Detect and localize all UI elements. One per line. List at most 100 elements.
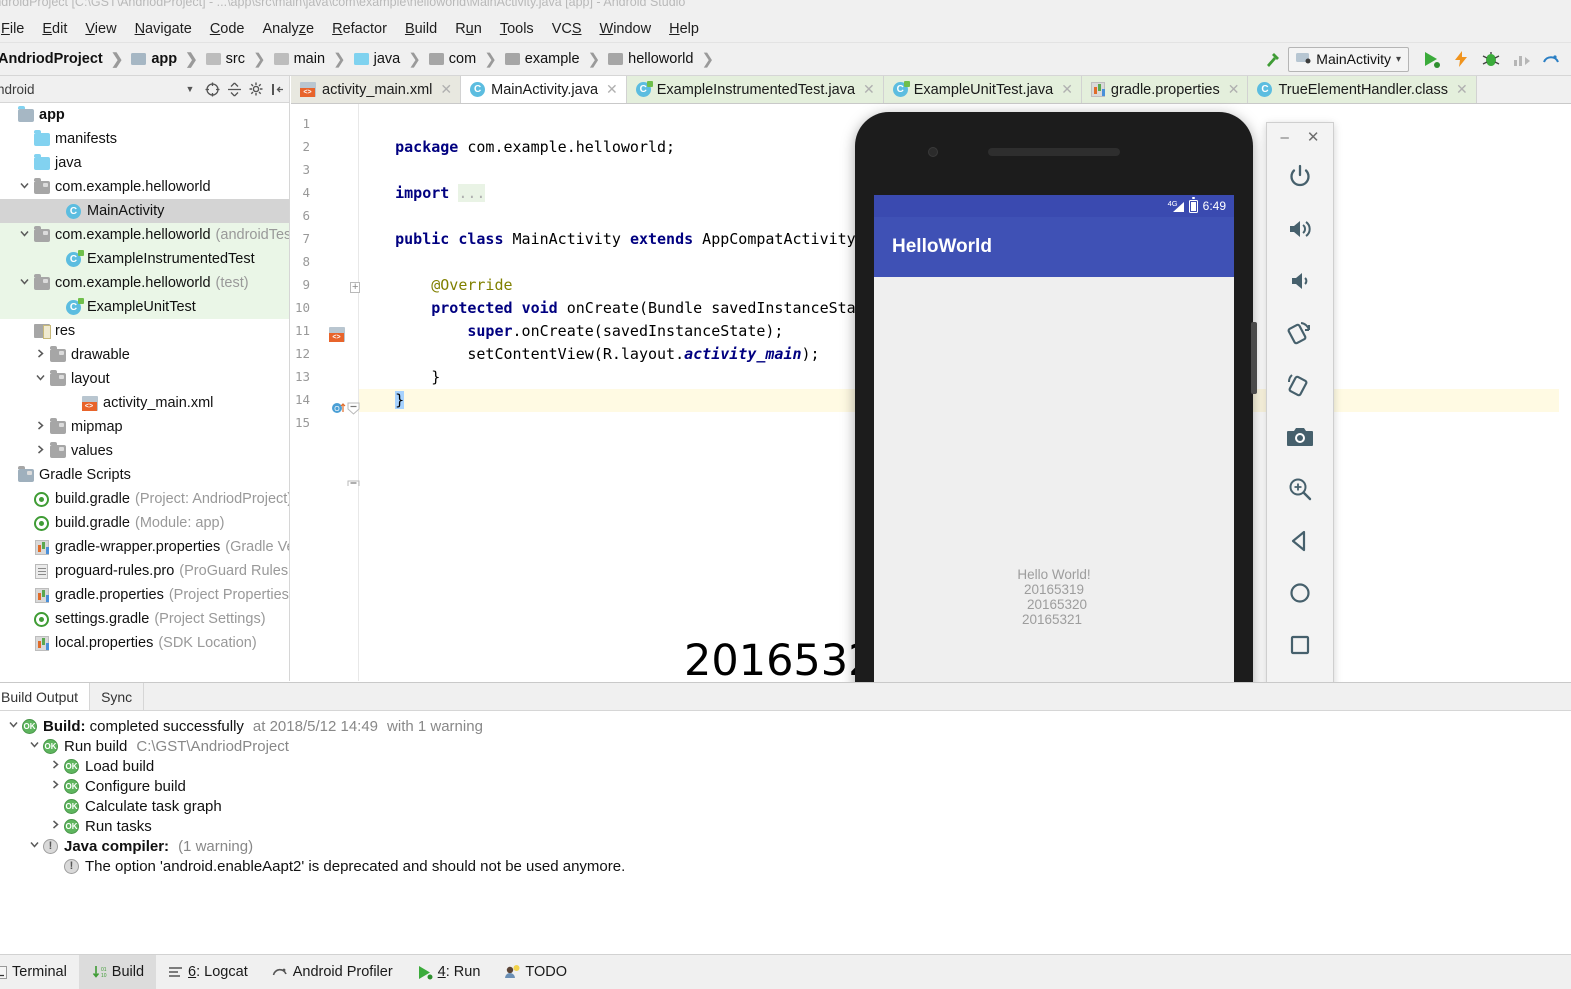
tree-item-app[interactable]: app — [0, 103, 289, 127]
build-tab-build-output[interactable]: Build Output — [0, 683, 91, 710]
menu-item-analyze[interactable]: Analyze — [254, 19, 324, 39]
editor-gutter[interactable]: O + 12346789101112131415 — [291, 104, 361, 681]
expand-icon[interactable] — [223, 78, 245, 100]
tree-item-local-properties[interactable]: local.properties (SDK Location) — [0, 631, 289, 655]
breadcrumb-item-example[interactable]: example ❯ — [504, 50, 608, 68]
tree-item-com-example-helloworld[interactable]: com.example.helloworld(androidTest) — [0, 223, 289, 247]
menu-item-file[interactable]: File — [0, 19, 33, 39]
chevron-right-icon[interactable] — [32, 445, 48, 457]
breadcrumb-item-andriodproject[interactable]: AndriodProject ❯ — [0, 50, 131, 68]
tree-item-java[interactable]: java — [0, 151, 289, 175]
apply-changes-button[interactable] — [1447, 46, 1475, 72]
tree-item-mipmap[interactable]: mipmap — [0, 415, 289, 439]
close-icon[interactable]: ✕ — [440, 81, 452, 98]
menu-item-window[interactable]: Window — [591, 19, 661, 39]
settings-icon[interactable] — [245, 78, 267, 100]
editor-tab-exampleinstrumentedtest-java[interactable]: C ExampleInstrumentedTest.java ✕ — [626, 76, 884, 103]
menu-item-vcs[interactable]: VCS — [543, 19, 591, 39]
chevron-down-icon[interactable] — [32, 373, 48, 385]
tree-item-gradle-properties[interactable]: gradle.properties (Project Properties) — [0, 583, 289, 607]
tree-item-build-gradle[interactable]: build.gradle (Module: app) — [0, 511, 289, 535]
menu-item-build[interactable]: Build — [396, 19, 446, 39]
editor-tab-trueelementhandler-class[interactable]: C TrueElementHandler.class ✕ — [1248, 76, 1477, 103]
breadcrumb-item-app[interactable]: app ❯ — [131, 50, 205, 68]
chevron-down-icon[interactable]: ▼ — [179, 78, 201, 100]
status-bar-terminal-button[interactable]: Terminal — [0, 955, 79, 989]
editor-tab-mainactivity-java[interactable]: C MainActivity.java ✕ — [461, 76, 627, 103]
chevron-down-icon[interactable] — [25, 740, 43, 752]
menu-item-refactor[interactable]: Refactor — [323, 19, 396, 39]
hide-panel-icon[interactable] — [267, 78, 289, 100]
device-power-button[interactable] — [1251, 322, 1257, 394]
editor-tab-exampleunittest-java[interactable]: C ExampleUnitTest.java ✕ — [883, 76, 1082, 103]
tree-item-exampleunittest[interactable]: C ExampleUnitTest — [0, 295, 289, 319]
status-bar-todo-button[interactable]: TODO — [492, 955, 579, 989]
close-icon[interactable]: ✕ — [1061, 81, 1073, 98]
build-output-row[interactable]: ! The option 'android.enableAapt2' is dep… — [0, 856, 1571, 876]
overview-icon[interactable] — [1278, 619, 1322, 671]
tree-item-layout[interactable]: layout — [0, 367, 289, 391]
tree-item-com-example-helloworld[interactable]: com.example.helloworld (test) — [0, 271, 289, 295]
tree-item-gradle-wrapper-properties[interactable]: gradle-wrapper.properties(Gradle Version… — [0, 535, 289, 559]
breadcrumb-item-src[interactable]: src ❯ — [205, 50, 274, 68]
close-icon[interactable]: ✕ — [606, 81, 618, 98]
chevron-right-icon[interactable] — [46, 820, 64, 832]
chevron-down-icon[interactable] — [16, 181, 32, 193]
build-hammer-icon[interactable] — [1258, 46, 1286, 72]
home-icon[interactable] — [1278, 567, 1322, 619]
build-output-tree[interactable]: OK Build: completed successfully at 2018/5… — [0, 711, 1571, 876]
close-icon[interactable]: ✕ — [1456, 81, 1468, 98]
menu-item-view[interactable]: View — [76, 19, 125, 39]
build-output-row[interactable]: OK Load build — [0, 756, 1571, 776]
run-button[interactable] — [1417, 46, 1445, 72]
status-bar-run-button[interactable]: 4: Run — [405, 955, 493, 989]
override-marker-icon[interactable]: O — [331, 400, 347, 421]
project-tree[interactable]: app manifests java com.example.helloworld C M… — [0, 103, 290, 681]
xml-related-gutter-icon[interactable] — [329, 327, 345, 347]
rotate-right-icon[interactable] — [1278, 359, 1322, 411]
volume-down-icon[interactable] — [1278, 255, 1322, 307]
chevron-down-icon[interactable] — [16, 277, 32, 289]
menu-item-navigate[interactable]: Navigate — [126, 19, 201, 39]
status-bar-androidprofiler-button[interactable]: Android Profiler — [260, 955, 405, 989]
build-output-row[interactable]: OK Configure build — [0, 776, 1571, 796]
breadcrumb-item-helloworld[interactable]: helloworld ❯ — [608, 50, 722, 68]
camera-icon[interactable] — [1278, 411, 1322, 463]
tree-item-settings-gradle[interactable]: settings.gradle (Project Settings) — [0, 607, 289, 631]
breadcrumb-item-main[interactable]: main ❯ — [273, 50, 354, 68]
close-icon[interactable]: ✕ — [863, 81, 875, 98]
collapse-all-icon[interactable] — [201, 78, 223, 100]
menu-item-edit[interactable]: Edit — [33, 19, 76, 39]
tree-item-gradle-scripts[interactable]: Gradle Scripts — [0, 463, 289, 487]
rotate-left-icon[interactable] — [1278, 307, 1322, 359]
chevron-right-icon[interactable] — [46, 780, 64, 792]
editor-tab-activity-main-xml[interactable]: activity_main.xml ✕ — [291, 76, 462, 103]
tree-item-mainactivity[interactable]: C MainActivity — [0, 199, 289, 223]
tree-item-build-gradle[interactable]: build.gradle (Project: AndriodProject) — [0, 487, 289, 511]
chevron-down-icon[interactable] — [25, 840, 43, 852]
build-output-row[interactable]: OK Build: completed successfully at 2018/5… — [0, 716, 1571, 736]
chevron-right-icon[interactable] — [32, 349, 48, 361]
chevron-right-icon[interactable] — [32, 421, 48, 433]
build-output-row[interactable]: OK Run tasks — [0, 816, 1571, 836]
volume-up-icon[interactable] — [1278, 203, 1322, 255]
editor-scrollbar[interactable] — [1559, 104, 1571, 681]
chevron-down-icon[interactable] — [16, 229, 32, 241]
back-icon[interactable] — [1278, 515, 1322, 567]
tree-item-com-example-helloworld[interactable]: com.example.helloworld — [0, 175, 289, 199]
close-icon[interactable]: ✕ — [1307, 128, 1320, 146]
menu-item-code[interactable]: Code — [201, 19, 254, 39]
build-output-row[interactable]: OK Calculate task graph — [0, 796, 1571, 816]
breadcrumb-item-com[interactable]: com ❯ — [428, 50, 505, 68]
power-icon[interactable] — [1278, 151, 1322, 203]
menu-item-run[interactable]: Run — [446, 19, 491, 39]
chevron-down-icon[interactable] — [4, 720, 22, 732]
zoom-icon[interactable] — [1278, 463, 1322, 515]
tree-item-drawable[interactable]: drawable — [0, 343, 289, 367]
tree-item-activity-main-xml[interactable]: activity_main.xml — [0, 391, 289, 415]
close-icon[interactable]: ✕ — [1228, 81, 1240, 98]
status-bar-build-button[interactable]: 01 10 Build — [78, 955, 157, 989]
menu-item-tools[interactable]: Tools — [491, 19, 543, 39]
build-output-row[interactable]: OK Run build C:\GST\AndriodProject — [0, 736, 1571, 756]
tree-item-values[interactable]: values — [0, 439, 289, 463]
